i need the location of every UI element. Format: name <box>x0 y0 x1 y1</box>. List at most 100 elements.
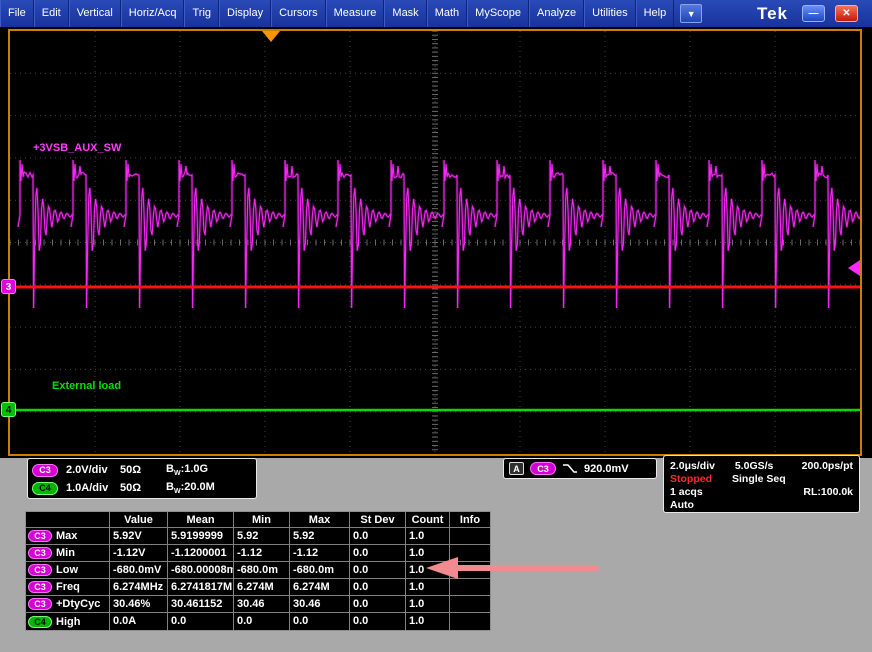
ch4-termination: 50Ω <box>120 482 166 494</box>
cell-info <box>450 613 490 630</box>
ch3-trace-label: +3VSB_AUX_SW <box>33 142 121 154</box>
measurement-name-cell: C3 +DtyCyc <box>26 596 110 613</box>
menu-item-horiz-acq[interactable]: Horiz/Acq <box>121 0 185 27</box>
header-blank <box>26 512 110 528</box>
measurement-name: Freq <box>56 579 80 595</box>
waveform-display[interactable] <box>8 29 862 456</box>
cell-count: 1.0 <box>406 596 450 613</box>
menu-item-cursors[interactable]: Cursors <box>271 0 326 27</box>
cell-value: -680.0mV <box>110 562 168 579</box>
measurement-name: Max <box>56 528 77 544</box>
record-length: RL:100.0k <box>803 486 853 498</box>
measurement-name: Min <box>56 545 75 561</box>
horizontal-readout-box[interactable]: 2.0μs/div 5.0GS/s 200.0ps/pt Stopped Sin… <box>663 455 860 513</box>
trigger-source-badge: C3 <box>530 462 556 475</box>
cell-stdev: 0.0 <box>350 562 406 579</box>
cell-max: 6.274M <box>290 579 350 596</box>
cell-max: -1.12 <box>290 545 350 562</box>
cell-value: 30.46% <box>110 596 168 613</box>
acquisition-mode: Single Seq <box>732 473 786 485</box>
cell-mean: 5.9199999 <box>168 528 234 545</box>
measurement-name: High <box>56 614 80 630</box>
minimize-button[interactable]: — <box>802 5 825 22</box>
close-button[interactable]: ✕ <box>835 5 858 22</box>
cell-mean: 30.461152 <box>168 596 234 613</box>
table-row: C4High0.0A0.00.00.00.01.0 <box>26 613 490 630</box>
menu-item-trig[interactable]: Trig <box>184 0 219 27</box>
cell-value: 5.92V <box>110 528 168 545</box>
ch4-position-marker[interactable]: 4 <box>1 402 16 417</box>
menu-item-edit[interactable]: Edit <box>34 0 69 27</box>
menu-item-math[interactable]: Math <box>427 0 467 27</box>
cell-min: 5.92 <box>234 528 290 545</box>
cell-stdev: 0.0 <box>350 545 406 562</box>
measurement-name-cell: C3 Min <box>26 545 110 562</box>
channel-badge: C4 <box>28 616 52 628</box>
header-value: Value <box>110 512 168 528</box>
header-mean: Mean <box>168 512 234 528</box>
cell-stdev: 0.0 <box>350 596 406 613</box>
cell-min: -1.12 <box>234 545 290 562</box>
menu-item-help[interactable]: Help <box>636 0 675 27</box>
cell-max: 5.92 <box>290 528 350 545</box>
channel-badge: C3 <box>28 547 52 559</box>
ch3-position-marker[interactable]: 3 <box>1 279 16 294</box>
menu-item-group: FileEditVerticalHoriz/AcqTrigDisplayCurs… <box>0 0 674 27</box>
menu-dropdown-button[interactable]: ▼ <box>680 4 702 23</box>
chevron-down-icon: ▼ <box>687 9 696 19</box>
trigger-readout-box[interactable]: A C3 920.0mV <box>503 458 657 479</box>
menu-item-file[interactable]: File <box>0 0 34 27</box>
cell-value: 0.0A <box>110 613 168 630</box>
table-row: C3Max5.92V5.91999995.925.920.01.0 <box>26 528 490 545</box>
header-st-dev: St Dev <box>350 512 406 528</box>
acquisition-count: 1 acqs <box>670 486 732 498</box>
close-icon: ✕ <box>842 8 850 19</box>
cell-mean: -1.1200001 <box>168 545 234 562</box>
cell-mean: 0.0 <box>168 613 234 630</box>
ch3-termination: 50Ω <box>120 464 166 476</box>
minimize-icon: — <box>809 8 819 19</box>
tekscope-window: FileEditVerticalHoriz/AcqTrigDisplayCurs… <box>0 0 872 652</box>
cell-min: 6.274M <box>234 579 290 596</box>
table-row: C3+DtyCyc30.46%30.46115230.4630.460.01.0 <box>26 596 490 613</box>
cell-count: 1.0 <box>406 613 450 630</box>
measurement-name: Low <box>56 562 78 578</box>
cell-stdev: 0.0 <box>350 528 406 545</box>
trigger-a-badge: A <box>509 462 524 475</box>
vertical-readout-box[interactable]: C3 2.0V/div 50Ω BW:1.0G C4 1.0A/div 50Ω … <box>27 458 257 499</box>
cell-min: -680.0m <box>234 562 290 579</box>
measurement-name-cell: C3 Low <box>26 562 110 579</box>
header-info: Info <box>450 512 490 528</box>
measurement-name: +DtyCyc <box>56 596 100 612</box>
header-min: Min <box>234 512 290 528</box>
resolution: 200.0ps/pt <box>802 460 853 472</box>
sample-rate: 5.0GS/s <box>735 460 802 472</box>
header-max: Max <box>290 512 350 528</box>
menu-item-vertical[interactable]: Vertical <box>69 0 121 27</box>
menu-item-myscope[interactable]: MyScope <box>467 0 529 27</box>
timebase: 2.0μs/div <box>670 460 735 472</box>
ch3-bandwidth: BW:1.0G <box>166 463 208 477</box>
channel-badge: C3 <box>28 598 52 610</box>
menu-item-mask[interactable]: Mask <box>384 0 426 27</box>
cell-max: 0.0 <box>290 613 350 630</box>
menu-item-utilities[interactable]: Utilities <box>584 0 635 27</box>
menu-item-display[interactable]: Display <box>219 0 271 27</box>
cell-mean: 6.2741817M <box>168 579 234 596</box>
measurement-name-cell: C4 High <box>26 613 110 630</box>
cell-info <box>450 596 490 613</box>
cell-mean: -680.00008m <box>168 562 234 579</box>
measurement-name-cell: C3 Freq <box>26 579 110 596</box>
ch4-scale: 1.0A/div <box>58 482 120 494</box>
ch4-badge: C4 <box>32 482 58 495</box>
ch4-trace-label: External load <box>52 380 121 392</box>
header-count: Count <box>406 512 450 528</box>
measurement-name-cell: C3 Max <box>26 528 110 545</box>
cell-min: 0.0 <box>234 613 290 630</box>
menu-item-analyze[interactable]: Analyze <box>529 0 584 27</box>
menu-item-measure[interactable]: Measure <box>326 0 385 27</box>
channel-badge: C3 <box>28 581 52 593</box>
channel-badge: C3 <box>28 530 52 542</box>
channel-badge: C3 <box>28 564 52 576</box>
cell-max: 30.46 <box>290 596 350 613</box>
